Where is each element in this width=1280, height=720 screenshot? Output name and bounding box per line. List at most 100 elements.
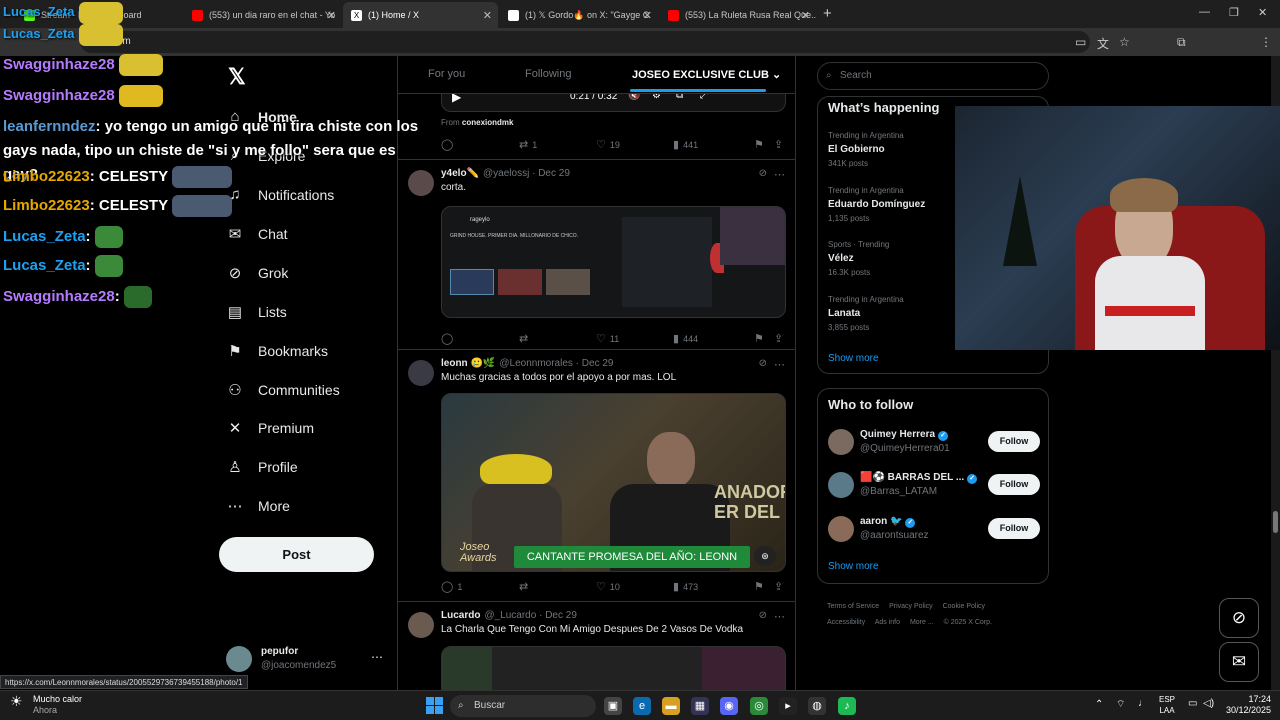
spotify-icon[interactable]: ♪: [838, 697, 856, 715]
footer-link[interactable]: Privacy Policy: [889, 603, 933, 610]
share-button[interactable]: ⇪: [774, 138, 787, 151]
share-button[interactable]: ⇪: [774, 332, 787, 345]
tab-for-you[interactable]: For you: [428, 68, 465, 80]
avatar[interactable]: [408, 612, 434, 638]
tab-joseo-exclusive-club[interactable]: JOSEO EXCLUSIVE CLUB ⌄: [632, 68, 781, 81]
maximize-button[interactable]: ❐: [1229, 6, 1239, 19]
follow-suggestion[interactable]: aaron 🐦 ✓ @aarontsuarez Follow: [828, 514, 1040, 544]
bookmark-button[interactable]: ⚑: [754, 332, 768, 345]
repost-button[interactable]: ⇄: [519, 580, 532, 593]
like-button[interactable]: ♡ 19: [596, 138, 620, 151]
grok-float-button[interactable]: ⊘: [1219, 598, 1259, 638]
app-icon[interactable]: ▸: [779, 697, 797, 715]
nav-item-more[interactable]: ⋯ More: [226, 497, 290, 515]
close-icon[interactable]: ✕: [483, 9, 492, 22]
more-icon[interactable]: ⋯: [774, 610, 785, 623]
views-button[interactable]: ▮ 444: [673, 332, 698, 345]
like-button[interactable]: ♡ 11: [596, 332, 619, 345]
reply-button[interactable]: ◯: [441, 332, 457, 345]
nav-item-communities[interactable]: ⚇ Communities: [226, 381, 339, 399]
share-button[interactable]: ⇪: [774, 580, 787, 593]
avatar[interactable]: [408, 360, 434, 386]
follow-button[interactable]: Follow: [988, 431, 1040, 452]
reply-button[interactable]: ◯: [441, 138, 457, 151]
obs-icon[interactable]: ◍: [808, 697, 826, 715]
show-more-link[interactable]: Show more: [828, 561, 879, 572]
follow-suggestion[interactable]: Quimey Herrera ✓ @QuimeyHerrera01 Follow: [828, 427, 1040, 457]
cast-icon[interactable]: ▭: [1075, 35, 1086, 49]
bookmark-button[interactable]: ⚑: [754, 580, 768, 593]
footer-link[interactable]: More ...: [910, 619, 934, 626]
more-icon[interactable]: ⋯: [371, 650, 383, 664]
trend-item[interactable]: Trending in Argentina El Gobierno 341K pos…: [828, 129, 904, 171]
folder-icon[interactable]: ▬: [662, 697, 680, 715]
views-button[interactable]: ▮ 441: [673, 138, 698, 151]
taskbar-search[interactable]: ⌕ Buscar: [450, 695, 596, 717]
store-icon[interactable]: ▦: [691, 697, 709, 715]
translate-icon[interactable]: 文: [1097, 35, 1109, 52]
follow-button[interactable]: Follow: [988, 518, 1040, 539]
tray-chevron-icon[interactable]: ⌃: [1095, 699, 1103, 710]
browser-tab[interactable]: (1) 𝕏 Gordo🔥 on X: "Gayge C ✕: [500, 2, 658, 28]
trend-item[interactable]: Trending in Argentina Lanata 3,855 posts: [828, 293, 904, 335]
tweet[interactable]: leonn 🥲🌿 @Leonnmorales · Dec 29 ⊘ ⋯ Mucha…: [398, 350, 795, 602]
trend-item[interactable]: Trending in Argentina Eduardo Domínguez 1,…: [828, 184, 925, 226]
tweet[interactable]: Lucardo @_Lucardo · Dec 29 ⊘ ⋯ La Charla …: [398, 602, 795, 690]
footer-link[interactable]: Terms of Service: [827, 603, 879, 610]
tweet[interactable]: y4elo✏️ @yaelossj · Dec 29 ⊘ ⋯ corta. rag…: [398, 160, 795, 350]
messages-float-button[interactable]: ✉: [1219, 642, 1259, 682]
weather-widget[interactable]: ☀ Mucho calor Ahora: [10, 694, 82, 716]
grok-icon[interactable]: ⊘: [759, 168, 767, 179]
browser-tab[interactable]: (553) La Ruleta Rusa Real Que... ✕: [660, 2, 816, 28]
edge-icon[interactable]: e: [633, 697, 651, 715]
grok-icon[interactable]: ⊘: [759, 610, 767, 621]
tweet-image[interactable]: rageylo GRIND HOUSE. PRIMER DIA. MILLONA…: [441, 206, 786, 318]
network-icon[interactable]: ⌔: [1116, 698, 1125, 711]
nav-item-premium[interactable]: ✕ Premium: [226, 419, 314, 437]
trend-item[interactable]: Sports · Trending Vélez 16.3K posts: [828, 238, 889, 280]
language-indicator[interactable]: ESP LAA: [1159, 694, 1175, 716]
scrollbar-thumb[interactable]: [1273, 511, 1278, 533]
close-window-button[interactable]: ✕: [1258, 6, 1267, 19]
star-icon[interactable]: ☆: [1119, 35, 1130, 49]
post-button[interactable]: Post: [219, 537, 374, 572]
views-button[interactable]: ▮ 473: [673, 580, 698, 593]
tweet-image[interactable]: ANADOR ER DEL Joseo Awards CANTANTE PROM…: [441, 393, 786, 572]
clock[interactable]: 17:24 30/12/2025: [1226, 694, 1271, 716]
minimize-button[interactable]: —: [1199, 6, 1210, 18]
repost-button[interactable]: ⇄ 1: [519, 138, 537, 151]
close-icon[interactable]: ✕: [643, 9, 652, 22]
account-switcher[interactable]: pepufor @joacomendez5 ⋯: [226, 644, 391, 674]
volume-icon[interactable]: ◁): [1203, 698, 1214, 709]
footer-link[interactable]: Accessibility: [827, 619, 865, 626]
like-button[interactable]: ♡ 10: [596, 580, 620, 593]
follow-button[interactable]: Follow: [988, 474, 1040, 495]
repost-button[interactable]: ⇄: [519, 332, 532, 345]
more-icon[interactable]: ⋯: [774, 358, 785, 371]
reply-button[interactable]: ◯ 1: [441, 580, 462, 593]
footer-link[interactable]: Ads info: [875, 619, 900, 626]
grok-image-icon[interactable]: ⊛: [754, 546, 776, 566]
nav-item-bookmarks[interactable]: ⚑ Bookmarks: [226, 342, 328, 360]
close-icon[interactable]: ✕: [801, 9, 810, 22]
more-icon[interactable]: ⋯: [774, 168, 785, 181]
search-input[interactable]: ⌕ Search: [817, 62, 1049, 90]
new-tab-button[interactable]: +: [823, 5, 832, 22]
bookmark-button[interactable]: ⚑: [754, 138, 768, 151]
extensions-icon[interactable]: ⧉: [1177, 35, 1186, 50]
menu-icon[interactable]: ⋮: [1260, 35, 1272, 49]
mic-icon[interactable]: ♩: [1138, 698, 1148, 709]
follow-suggestion[interactable]: 🟥⚽ BARRAS DEL ... ✓ @Barras_LATAM Follow: [828, 470, 1040, 500]
nav-item-profile[interactable]: ♙ Profile: [226, 458, 297, 476]
discord-icon[interactable]: ◉: [720, 697, 738, 715]
chrome-icon[interactable]: ◎: [750, 697, 768, 715]
task-view-icon[interactable]: ▣: [604, 697, 622, 715]
footer-link[interactable]: Cookie Policy: [943, 603, 985, 610]
tweet-image[interactable]: [441, 646, 786, 690]
grok-icon[interactable]: ⊘: [759, 358, 767, 369]
chat-message: Limbo22623: CELESTY: [3, 166, 232, 188]
show-more-link[interactable]: Show more: [828, 353, 879, 364]
start-button[interactable]: [426, 697, 443, 714]
display-icon[interactable]: ▭: [1188, 698, 1197, 709]
tab-following[interactable]: Following: [525, 68, 571, 80]
